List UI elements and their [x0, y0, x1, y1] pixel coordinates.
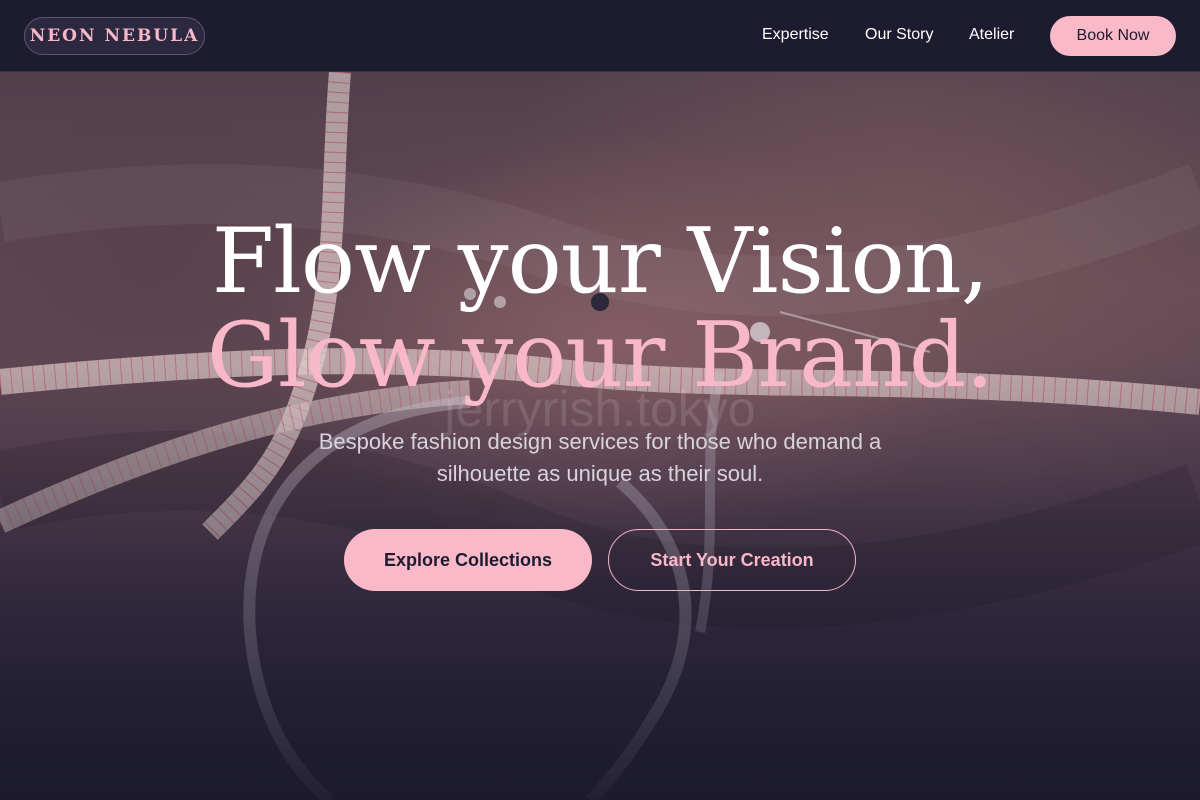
nav-link-our-story[interactable]: Our Story: [865, 26, 933, 44]
book-now-button[interactable]: Book Now: [1050, 16, 1176, 56]
explore-collections-button[interactable]: Explore Collections: [344, 529, 592, 591]
hero-headline-line-1: Flow your Vision,: [211, 209, 990, 314]
nav-link-atelier[interactable]: Atelier: [969, 26, 1014, 44]
brand-logo[interactable]: NEON NEBULA: [24, 17, 205, 55]
start-your-creation-button[interactable]: Start Your Creation: [608, 529, 856, 591]
nav-link-expertise[interactable]: Expertise: [762, 26, 829, 44]
hero-subtitle: Bespoke fashion design services for thos…: [318, 429, 882, 486]
site-header: NEON NEBULA Expertise Our Story Atelier …: [0, 0, 1200, 72]
